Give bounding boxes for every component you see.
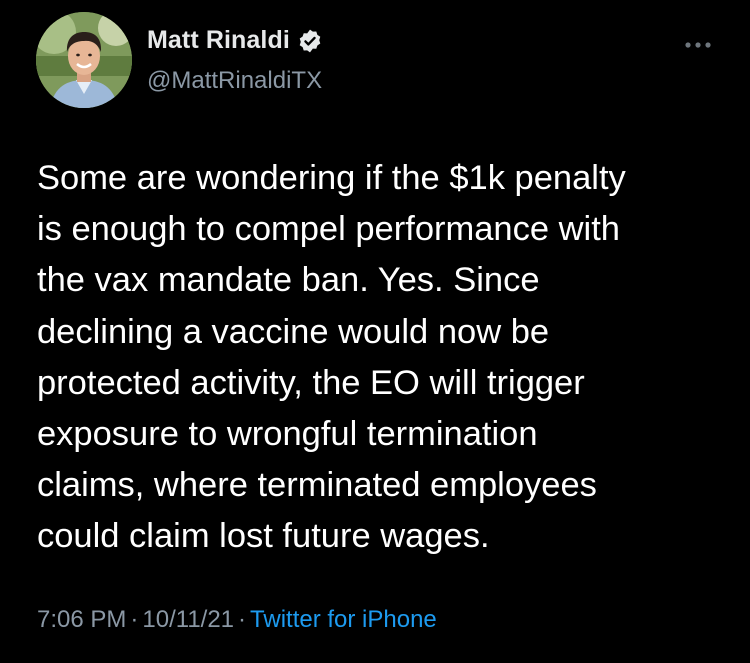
tweet-date[interactable]: 10/11/21 — [142, 606, 234, 633]
author-handle[interactable]: @MattRinaldiTX — [147, 67, 322, 95]
profile-photo-icon — [36, 12, 132, 108]
tweet-text: Some are wondering if the $1k penalty is… — [37, 159, 626, 556]
meta-separator: · — [238, 606, 247, 633]
author-avatar[interactable] — [36, 12, 132, 108]
meta-separator: · — [130, 606, 139, 633]
author-name-row: Matt Rinaldi — [147, 26, 323, 55]
tweet-card: Matt Rinaldi @MattRinaldiTX Some are won… — [0, 0, 750, 663]
more-options-icon[interactable] — [682, 38, 714, 50]
verified-badge-icon — [297, 28, 323, 54]
tweet-metadata: 7:06 PM · 10/11/21 · Twitter for iPhone — [37, 606, 437, 634]
author-display-name[interactable]: Matt Rinaldi — [147, 26, 290, 55]
tweet-time[interactable]: 7:06 PM — [37, 606, 126, 633]
tweet-source-link[interactable]: Twitter for iPhone — [250, 606, 437, 633]
